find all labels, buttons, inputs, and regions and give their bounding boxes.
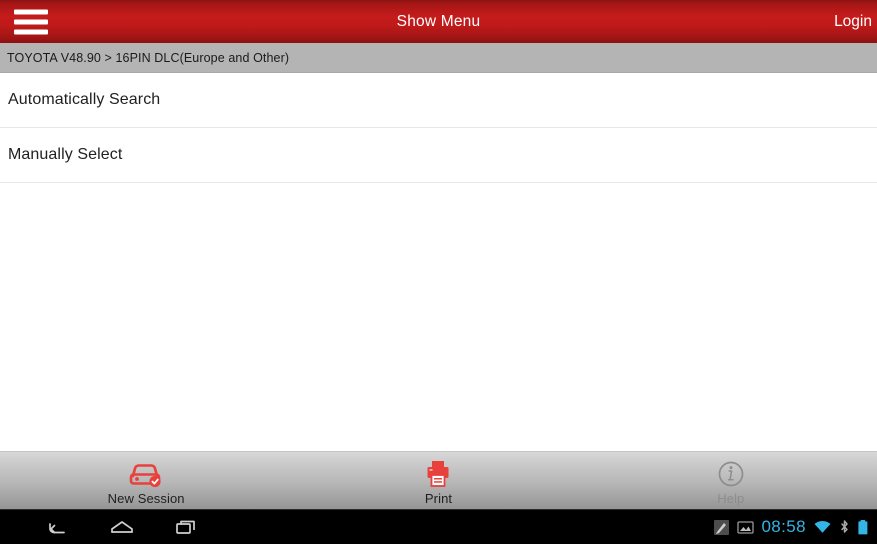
screenshot-icon [713, 519, 730, 536]
main-content: Automatically Search Manually Select [0, 73, 877, 451]
list-item-manually-select[interactable]: Manually Select [0, 128, 877, 183]
system-navigation-bar: 08:58 [0, 509, 877, 544]
bluetooth-icon [839, 519, 850, 536]
help-button[interactable]: Help [585, 452, 877, 509]
page-title: Show Menu [396, 12, 481, 30]
battery-icon [857, 519, 869, 536]
hamburger-bar [14, 29, 48, 34]
function-toolbar: New Session Print Help [0, 451, 877, 509]
info-circle-icon [716, 458, 746, 490]
back-arrow-icon[interactable] [45, 516, 71, 538]
breadcrumb-text: TOYOTA V48.90 > 16PIN DLC(Europe and Oth… [7, 50, 290, 65]
help-label: Help [717, 490, 745, 506]
hamburger-bar [14, 9, 48, 14]
login-button[interactable]: Login [834, 13, 872, 31]
menu-list: Automatically Search Manually Select [0, 73, 877, 183]
app-root: Show Menu Login TOYOTA V48.90 > 16PIN DL… [0, 0, 877, 544]
print-label: Print [424, 490, 453, 506]
home-icon[interactable] [109, 516, 135, 538]
new-session-button[interactable]: New Session [0, 452, 292, 509]
wifi-icon [813, 519, 832, 535]
list-item-automatically-search[interactable]: Automatically Search [0, 73, 877, 128]
status-icons: 08:58 [713, 510, 869, 544]
list-item-label: Automatically Search [8, 91, 161, 108]
app-header: Show Menu Login [0, 0, 877, 43]
hamburger-menu-icon[interactable] [14, 9, 48, 34]
car-check-icon [126, 458, 166, 490]
hamburger-bar [14, 19, 48, 24]
new-session-label: New Session [107, 490, 185, 506]
breadcrumb: TOYOTA V48.90 > 16PIN DLC(Europe and Oth… [0, 43, 877, 73]
list-item-label: Manually Select [8, 146, 123, 163]
image-icon [737, 519, 755, 536]
printer-icon [422, 458, 454, 490]
nav-buttons [0, 516, 199, 538]
recent-apps-icon[interactable] [173, 516, 199, 538]
status-clock: 08:58 [761, 517, 806, 536]
print-button[interactable]: Print [292, 452, 584, 509]
